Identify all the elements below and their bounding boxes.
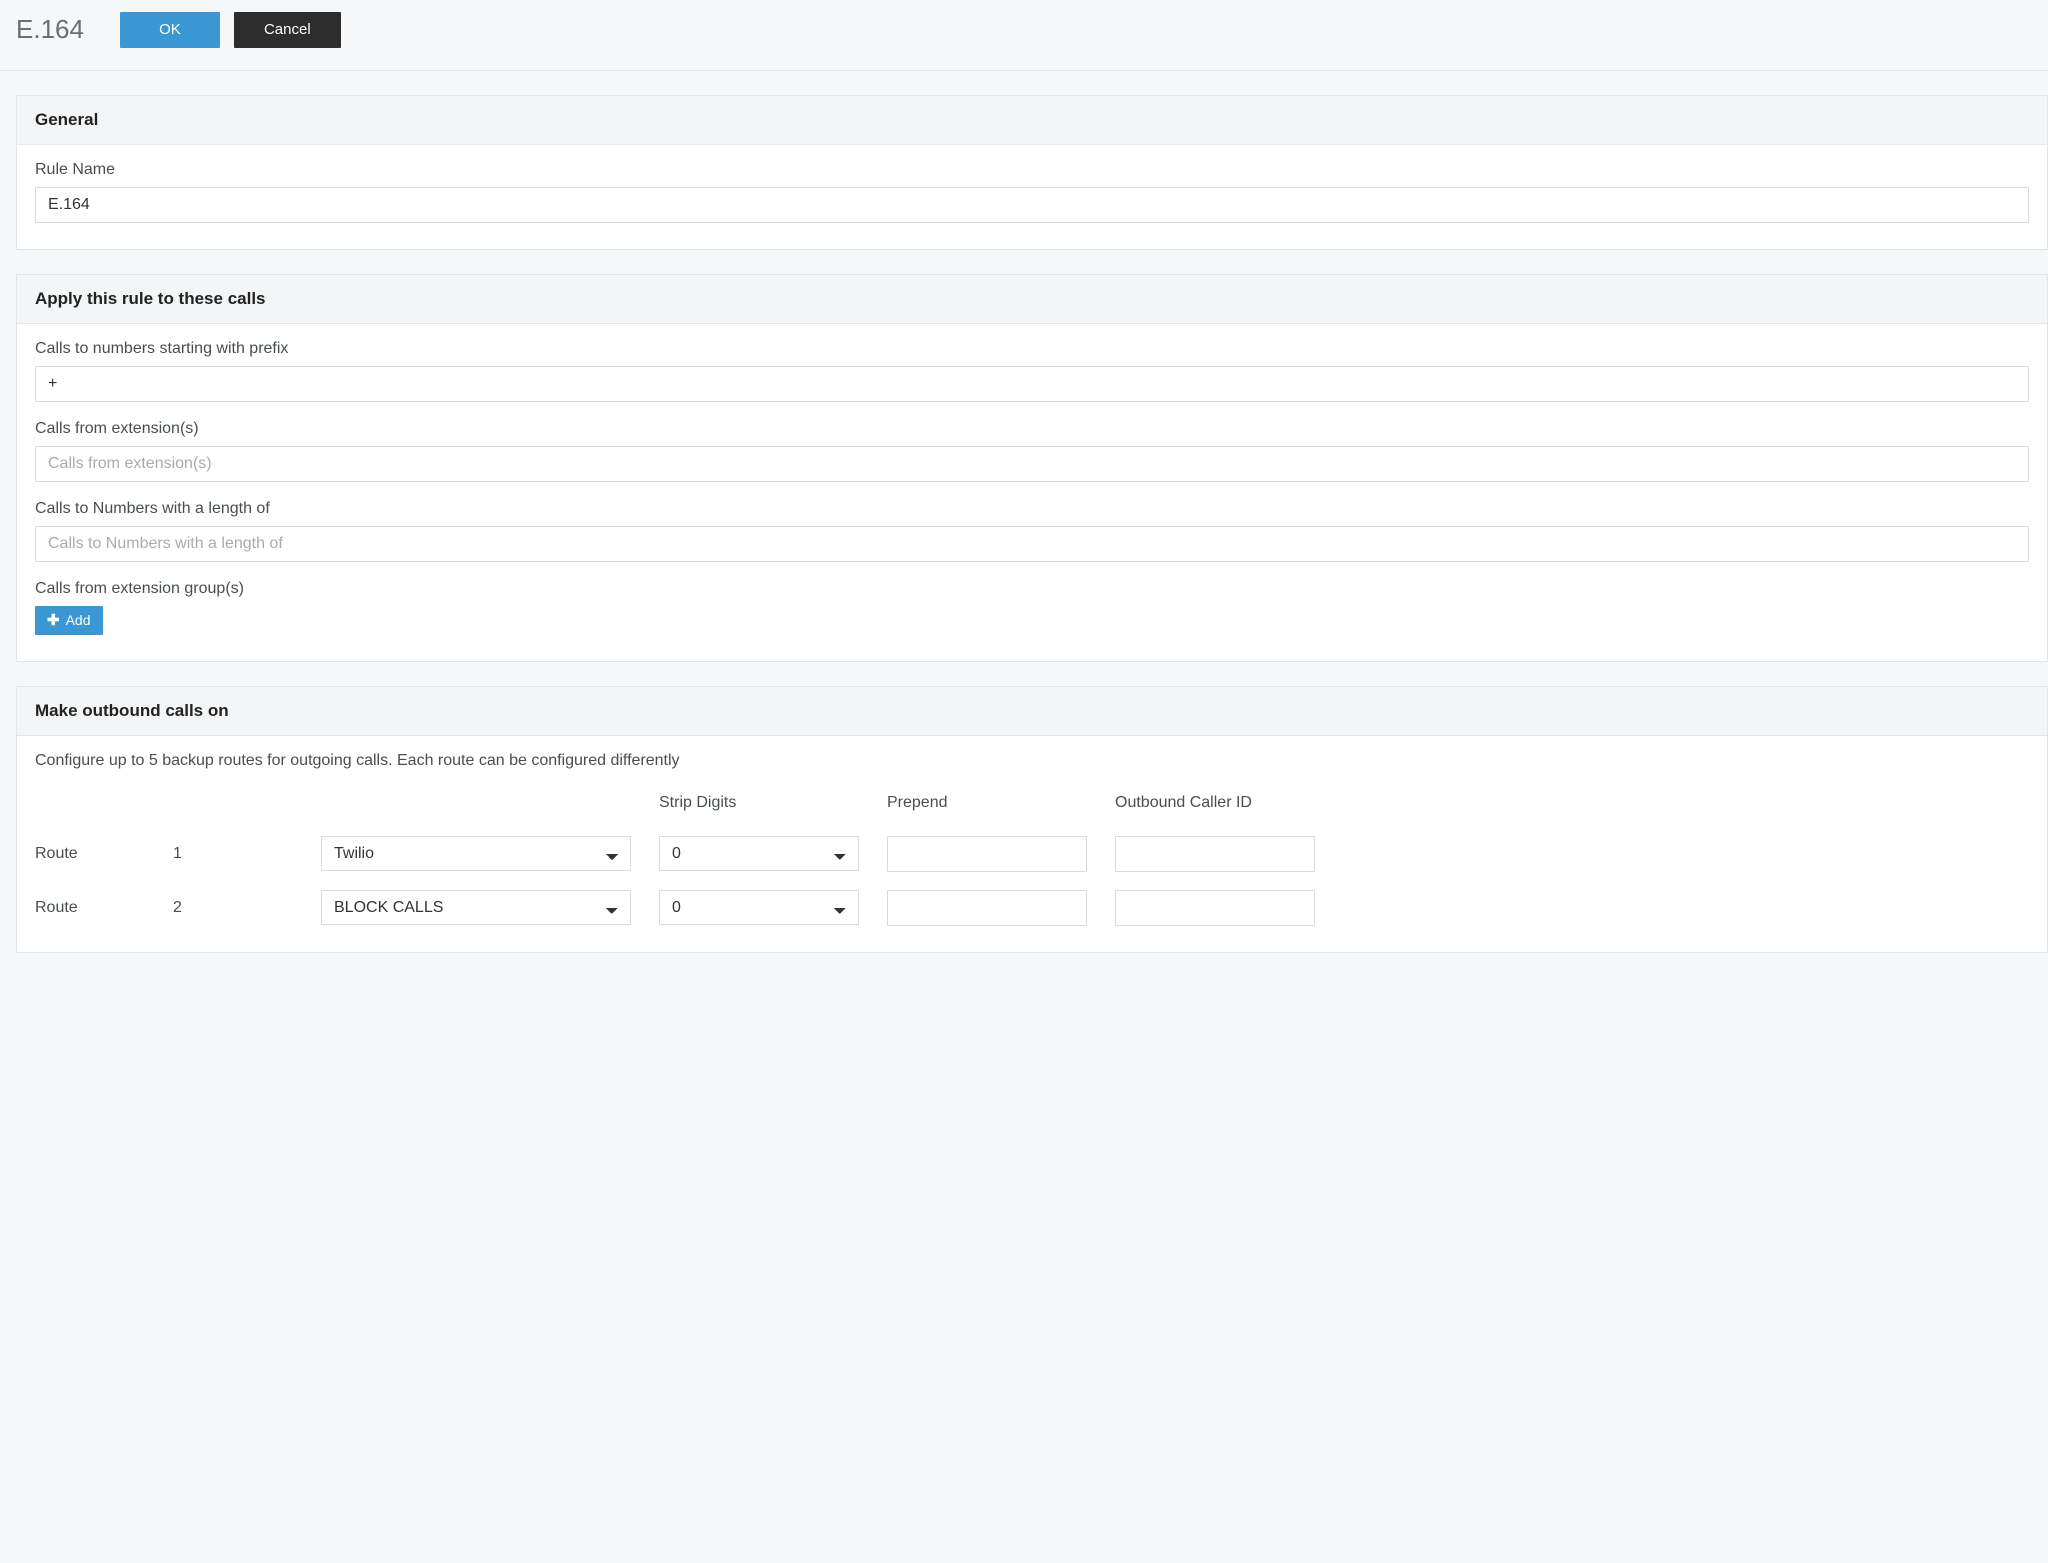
route-prepend-input[interactable] xyxy=(887,836,1087,872)
route-prepend-input[interactable] xyxy=(887,890,1087,926)
page-content: General Rule Name Apply this rule to the… xyxy=(0,71,2048,1001)
panel-apply-rule: Apply this rule to these calls Calls to … xyxy=(16,274,2048,662)
rule-name-label: Rule Name xyxy=(35,161,2029,179)
route-strip-select[interactable]: 0 xyxy=(659,890,859,925)
add-ext-group-button[interactable]: ✚ Add xyxy=(35,606,103,635)
panel-general: General Rule Name xyxy=(16,95,2048,250)
from-ext-input[interactable] xyxy=(35,446,2029,482)
cancel-button[interactable]: Cancel xyxy=(234,12,341,48)
page-header: E.164 OK Cancel xyxy=(0,0,2048,71)
col-caller-id: Outbound Caller ID xyxy=(1115,794,1315,818)
route-callerid-input[interactable] xyxy=(1115,890,1315,926)
panel-outbound: Make outbound calls on Configure up to 5… xyxy=(16,686,2048,953)
ext-group-label: Calls from extension group(s) xyxy=(35,580,2029,598)
route-provider-select[interactable]: TwilioBLOCK CALLS xyxy=(321,890,631,925)
route-label: Route xyxy=(35,845,145,863)
route-label: Route xyxy=(35,899,145,917)
length-input[interactable] xyxy=(35,526,2029,562)
route-provider-select[interactable]: TwilioBLOCK CALLS xyxy=(321,836,631,871)
route-index: 2 xyxy=(173,899,293,917)
outbound-help-text: Configure up to 5 backup routes for outg… xyxy=(35,752,2029,770)
rule-name-input[interactable] xyxy=(35,187,2029,223)
panel-outbound-title: Make outbound calls on xyxy=(17,687,2047,736)
length-label: Calls to Numbers with a length of xyxy=(35,500,2029,518)
plus-icon: ✚ xyxy=(47,613,60,628)
route-callerid-input[interactable] xyxy=(1115,836,1315,872)
prefix-input[interactable] xyxy=(35,366,2029,402)
panel-apply-title: Apply this rule to these calls xyxy=(17,275,2047,324)
add-label: Add xyxy=(66,612,91,629)
from-ext-label: Calls from extension(s) xyxy=(35,420,2029,438)
page-title: E.164 xyxy=(16,14,84,45)
panel-general-title: General xyxy=(17,96,2047,145)
routes-table: Strip Digits Prepend Outbound Caller ID … xyxy=(35,794,2029,926)
col-prepend: Prepend xyxy=(887,794,1087,818)
ok-button[interactable]: OK xyxy=(120,12,220,48)
prefix-label: Calls to numbers starting with prefix xyxy=(35,340,2029,358)
route-index: 1 xyxy=(173,845,293,863)
col-strip-digits: Strip Digits xyxy=(659,794,859,818)
route-strip-select[interactable]: 0 xyxy=(659,836,859,871)
